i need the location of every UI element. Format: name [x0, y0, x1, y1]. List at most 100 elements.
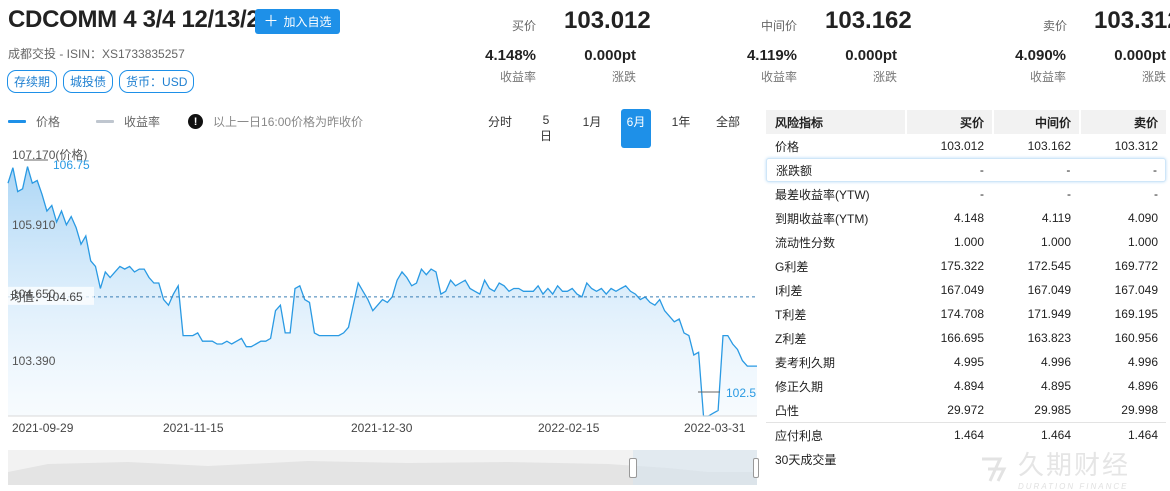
header-cell: 卖价 — [1079, 110, 1166, 134]
cell-value: 4.895 — [1040, 379, 1071, 393]
row-label: 最差收益率(YTW) — [775, 187, 870, 202]
risk-table: 风险指标 买价 中间价 卖价 价格 103.012 103.162 103.312 涨跌… — [766, 110, 1166, 471]
ask-yield: 4.090% — [1015, 47, 1066, 64]
cell-value: 1.000 — [1040, 235, 1071, 249]
bid-change: 0.000pt — [584, 47, 636, 64]
cell-value: - — [1067, 187, 1071, 201]
cell-value: 103.312 — [1114, 139, 1158, 153]
row-label: 30天成交量 — [775, 452, 837, 467]
mid-yield: 4.119% — [746, 47, 797, 64]
table-row: 最差收益率(YTW) - - - — [766, 182, 1166, 206]
price-chart[interactable]: 均值：104.65 107.170(价格) 105.910 104.650 10… — [0, 140, 760, 445]
row-label: T利差 — [775, 307, 807, 322]
cell-value: 4.896 — [1127, 379, 1158, 393]
range-navigator[interactable] — [8, 450, 759, 485]
mid-yield-label: 收益率 — [760, 70, 797, 84]
cell-value: 163.823 — [1027, 331, 1071, 345]
header-cell: 买价 — [905, 110, 992, 134]
cell-value: - — [980, 187, 984, 201]
table-row: Z利差 166.695 163.823 160.956 — [766, 326, 1166, 350]
add-to-watchlist-label: 加入自选 — [283, 15, 332, 29]
cell-value: 172.545 — [1027, 259, 1071, 273]
table-row: 到期收益率(YTM) 4.148 4.119 4.090 — [766, 206, 1166, 230]
watermark-cn: 久期财经 — [1018, 450, 1131, 480]
close-price-note: 以上一日16:00价格为昨收价 — [213, 115, 364, 129]
table-row: 流动性分数 1.000 1.000 1.000 — [766, 230, 1166, 254]
cell-value: 169.772 — [1114, 259, 1158, 273]
row-label: G利差 — [775, 259, 809, 274]
table-row: 麦考利久期 4.995 4.996 4.996 — [766, 350, 1166, 374]
cell-value: 4.148 — [953, 211, 984, 225]
watermark-en: DURATION FINANCE — [1018, 482, 1129, 491]
cell-value: 4.090 — [1127, 211, 1158, 225]
cell-value: 160.956 — [1114, 331, 1158, 345]
cell-value: 166.695 — [940, 331, 984, 345]
cell-value: 103.012 — [940, 139, 984, 153]
cell-value: 4.996 — [1127, 355, 1158, 369]
cell-value: 29.998 — [1121, 403, 1158, 417]
y-tick-label: 105.910 — [12, 218, 56, 232]
bond-title: CDCOMM 4 3/4 12/13/27 — [8, 6, 273, 33]
watermark: 久期财经 DURATION FINANCE — [978, 445, 1130, 491]
cell-value: 1.464 — [1127, 428, 1158, 442]
mid-price: 103.162 — [825, 7, 912, 34]
tag-category[interactable]: 城投债 — [63, 70, 114, 93]
y-tick-label: 104.650 — [12, 287, 56, 301]
table-row: 凸性 29.972 29.985 29.998 — [766, 398, 1166, 422]
price-area — [8, 166, 757, 416]
yield-legend-swatch — [96, 120, 115, 123]
navigator-left-handle[interactable] — [629, 458, 637, 478]
row-label: 麦考利久期 — [775, 355, 836, 370]
price-legend-label[interactable]: 价格 — [36, 113, 60, 130]
tag-currency[interactable]: 货币：USD — [119, 70, 195, 93]
mid-change: 0.000pt — [845, 47, 897, 64]
tag-status[interactable]: 存续期 — [7, 70, 58, 93]
cell-value: - — [1066, 163, 1071, 177]
header-cell: 风险指标 — [775, 115, 824, 130]
bid-yield-label: 收益率 — [499, 70, 536, 84]
row-label: 修正久期 — [775, 379, 824, 394]
cell-value: 1.000 — [1127, 235, 1158, 249]
cell-value: 1.464 — [953, 428, 984, 442]
navigator-right-handle[interactable] — [753, 458, 759, 478]
navigator-preview — [8, 450, 757, 485]
cell-value: 4.995 — [953, 355, 984, 369]
table-row: G利差 175.322 172.545 169.772 — [766, 254, 1166, 278]
row-label: 凸性 — [775, 403, 800, 418]
ask-price: 103.312 — [1094, 7, 1170, 34]
cell-value: - — [1154, 187, 1158, 201]
table-row[interactable]: 涨跌额 - - - — [766, 158, 1166, 182]
cell-value: 103.162 — [1027, 139, 1071, 153]
cell-value: 167.049 — [1027, 283, 1071, 297]
cell-value: - — [979, 163, 984, 177]
info-icon: ! — [188, 114, 204, 129]
ask-yield-label: 收益率 — [1029, 70, 1066, 84]
cell-value: 171.949 — [1027, 307, 1071, 321]
table-header: 风险指标 买价 中间价 卖价 — [766, 110, 1166, 134]
ask-label: 卖价 — [1043, 19, 1068, 33]
mid-change-label: 涨跌 — [872, 70, 897, 84]
row-label: Z利差 — [775, 331, 807, 346]
mid-label: 中间价 — [761, 19, 798, 33]
add-to-watchlist-button[interactable]: ＋ 加入自选 — [255, 9, 340, 34]
cell-value: 4.996 — [1040, 355, 1071, 369]
cell-value: 174.708 — [940, 307, 984, 321]
table-row: 应付利息 1.464 1.464 1.464 — [766, 422, 1166, 447]
row-label: 应付利息 — [775, 428, 824, 443]
bid-label: 买价 — [512, 19, 537, 33]
ask-change: 0.000pt — [1114, 47, 1166, 64]
yield-legend-label[interactable]: 收益率 — [124, 113, 160, 130]
cell-value: 29.985 — [1034, 403, 1071, 417]
cell-value: 4.119 — [1041, 211, 1071, 225]
x-tick-label: 2021-09-29 — [12, 421, 74, 435]
header-cell: 中间价 — [992, 110, 1079, 134]
bid-yield: 4.148% — [485, 47, 536, 64]
watermark-logo-icon — [982, 457, 1007, 482]
cell-value: 1.000 — [953, 235, 984, 249]
bid-price: 103.012 — [564, 7, 651, 34]
chart-legend: 价格 收益率 ! 以上一日16:00价格为昨收价 — [8, 113, 363, 130]
table-row: T利差 174.708 171.949 169.195 — [766, 302, 1166, 326]
row-label: I利差 — [775, 283, 803, 298]
max-label: 106.75 — [53, 158, 90, 172]
x-tick-label: 2021-12-30 — [351, 421, 413, 435]
